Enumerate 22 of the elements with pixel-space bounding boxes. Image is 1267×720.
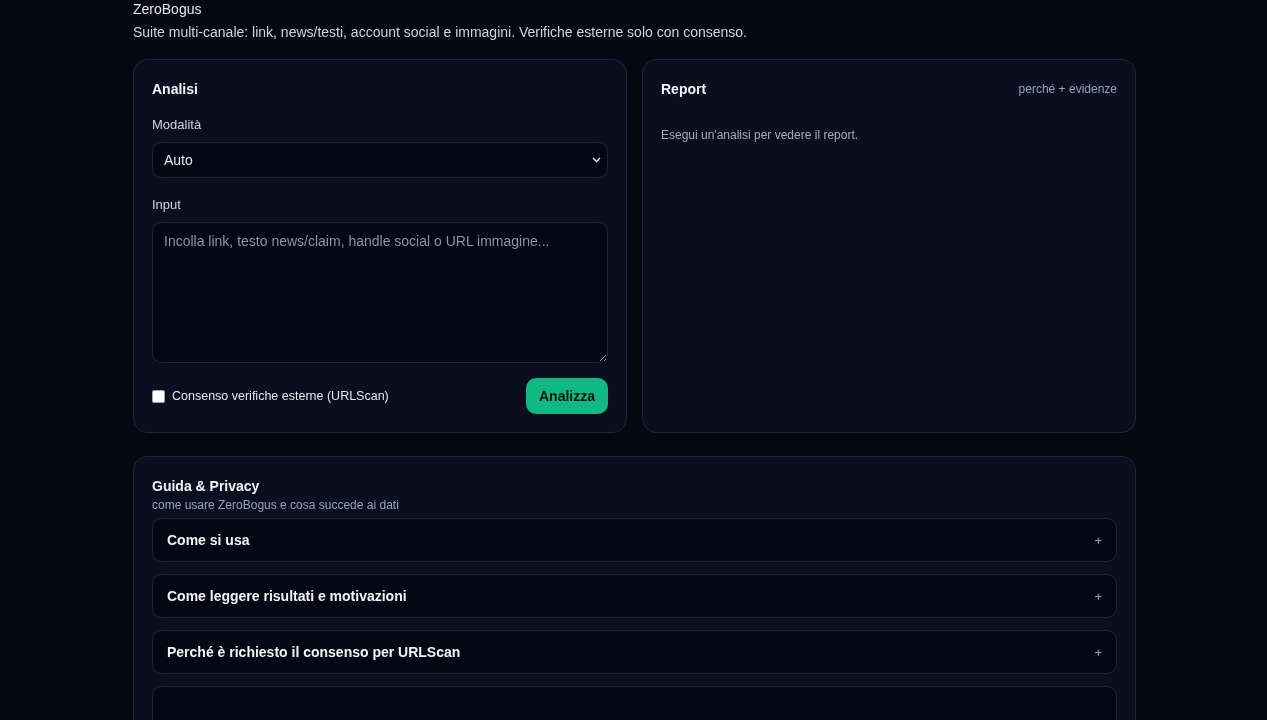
accordion-title[interactable]: Come leggere risultati e motivazioni <box>167 588 407 604</box>
expand-toggle[interactable]: + <box>1094 588 1102 604</box>
card-title: Guida & Privacy <box>152 477 261 495</box>
empty-message: Esegui un'analisi per vedere il report. <box>661 128 860 142</box>
analyze-button[interactable]: Analizza <box>526 378 608 414</box>
accordion-title[interactable]: Perché è richiesto il consenso per URLScan <box>167 644 461 660</box>
mode-select[interactable]: Auto <box>152 142 608 178</box>
consent-label: Consenso verifiche esterne (URLScan) <box>172 389 389 403</box>
consent-checkbox[interactable] <box>152 389 165 403</box>
expand-toggle[interactable]: + <box>1094 644 1102 660</box>
chevron-icon <box>592 156 601 163</box>
app-title: ZeroBogus <box>133 0 203 18</box>
expand-toggle[interactable]: + <box>1094 532 1102 548</box>
report-hint: perché + evidenze <box>1018 82 1117 96</box>
accordion-title[interactable]: Come si usa <box>167 532 250 548</box>
card-title: Analisi <box>152 80 199 98</box>
field-label: Modalità <box>152 117 203 133</box>
field-label: Input <box>152 196 182 213</box>
card-subtitle: come usare ZeroBogus e cosa succede ai dati <box>152 498 400 512</box>
card-title: Report <box>661 80 707 98</box>
input-field[interactable]: Incolla link, testo news/claim, handle social o URL immagine... <box>152 221 608 363</box>
app-subtitle: Suite multi-canale: link, news/testi, account social e immagini. Verifiche esterne solo con consenso. <box>133 23 748 41</box>
